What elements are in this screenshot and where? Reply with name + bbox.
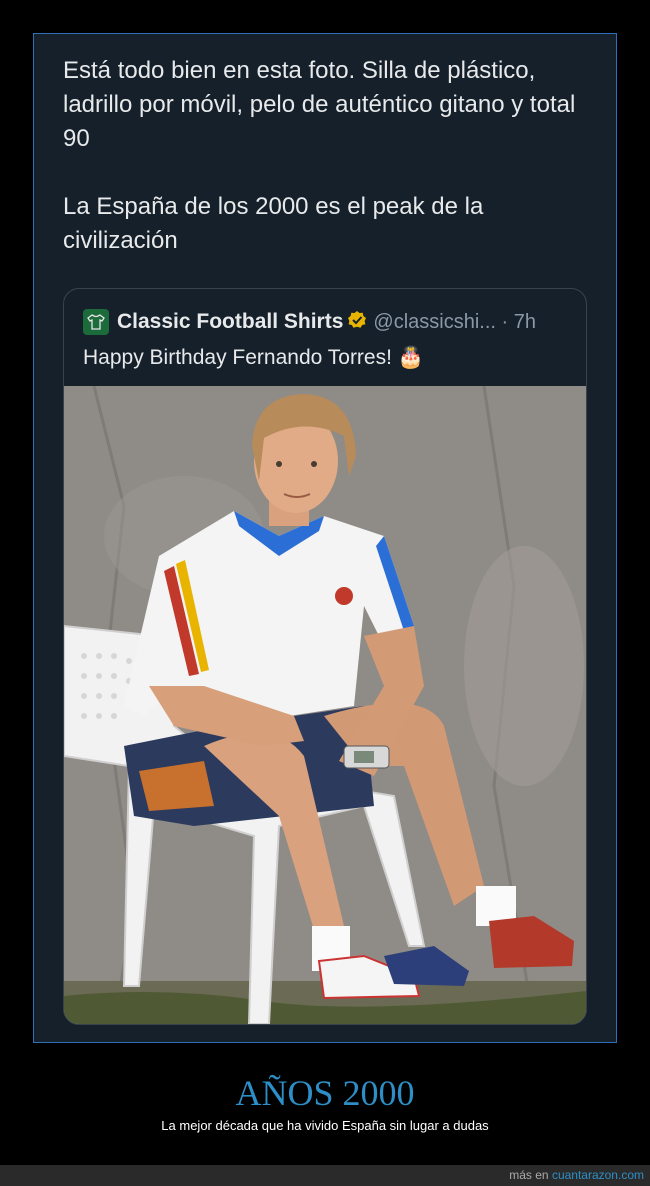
verified-badge-icon (347, 310, 367, 335)
quoted-handle-time[interactable]: @classicshi... · 7h (373, 311, 536, 334)
footer-bar: más en cuantarazon.com (0, 1165, 650, 1186)
quoted-tweet-header: Classic Football Shirts @classicshi... ·… (83, 307, 536, 337)
caption-subtitle: La mejor década que ha vivido España sin… (161, 1118, 489, 1133)
tweet-photo[interactable] (64, 385, 586, 1024)
tweet-card: Está todo bien en esta foto. Silla de pl… (33, 33, 617, 1043)
quoted-author-name[interactable]: Classic Football Shirts (117, 310, 343, 334)
quoted-tweet-text: Happy Birthday Fernando Torres! 🎂 (83, 346, 424, 369)
quoted-tweet[interactable]: Classic Football Shirts @classicshi... ·… (63, 288, 587, 1025)
footer-text: más en cuantarazon.com (509, 1168, 644, 1182)
tweet-paragraph-1: Está todo bien en esta foto. Silla de pl… (63, 57, 576, 152)
photo-illustration (64, 385, 586, 1024)
shirt-logo-icon[interactable] (83, 309, 109, 335)
footer-prefix: más en (509, 1168, 549, 1182)
tweet-text: Está todo bien en esta foto. Silla de pl… (63, 54, 583, 292)
footer-site-link[interactable]: cuantarazon.com (552, 1168, 644, 1182)
caption-title: AÑOS 2000 (235, 1073, 415, 1113)
tweet-paragraph-2: La España de los 2000 es el peak de la c… (63, 193, 484, 254)
